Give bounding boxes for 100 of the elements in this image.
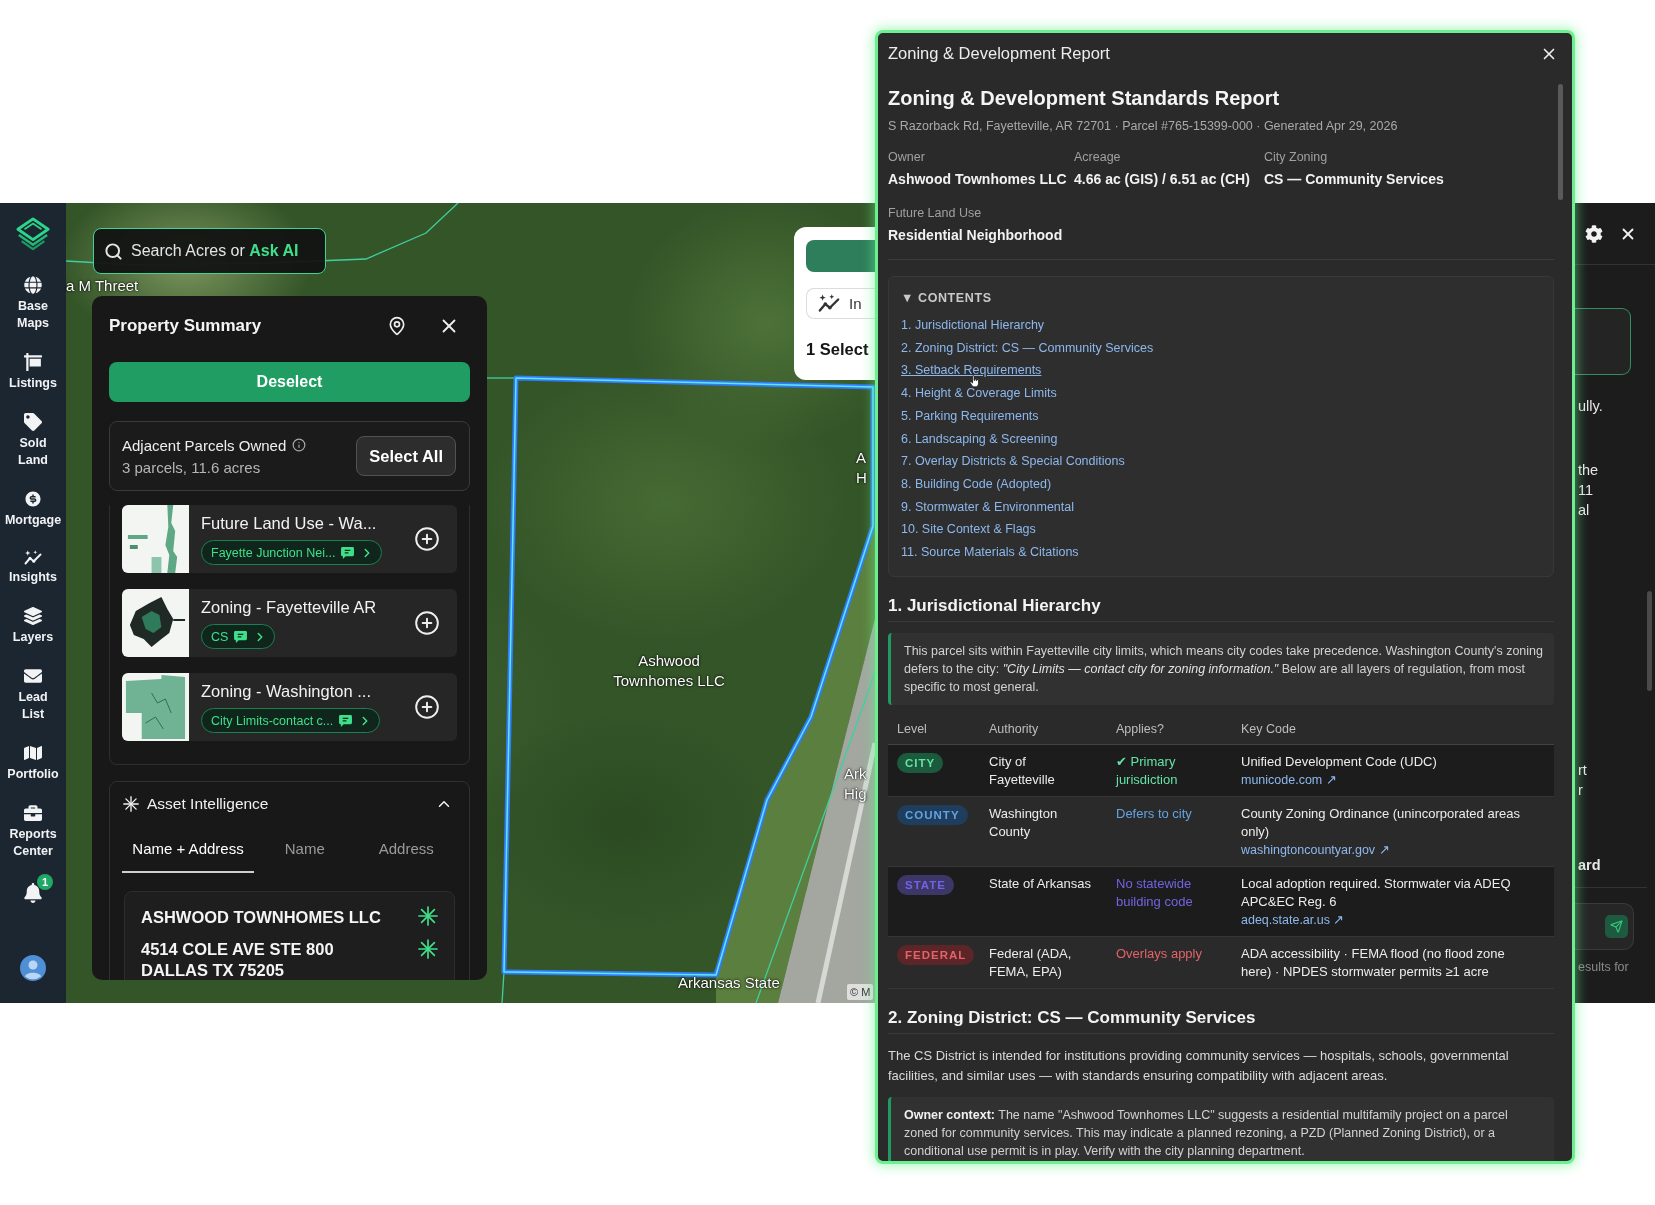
- table-cell-text: State of Arkansas: [988, 874, 1092, 893]
- chart-tool-button[interactable]: In: [806, 288, 875, 319]
- source-link[interactable]: adeq.state.ar.us ↗: [1241, 910, 1345, 929]
- owner-name: ASHWOOD TOWNHOMES LLC: [141, 907, 381, 928]
- report-title: Zoning & Development Standards Report: [888, 86, 1281, 111]
- chat-footer-text: esults for: [1577, 959, 1629, 976]
- paragraph: The CS District is intended for institutions providing community services — hospitals, schools, governmental facilities, and similar uses — with standards ensuring compatibility with adjacent areas.: [888, 1046, 1510, 1085]
- field-value: CS — Community Services: [1264, 170, 1445, 188]
- zone-tag-button[interactable]: CS: [201, 624, 276, 649]
- field-value: Ashwood Townhomes LLC: [888, 170, 1068, 188]
- chat-text: ard: [1577, 856, 1601, 875]
- plus-circle-icon[interactable]: [414, 694, 440, 720]
- key-code-text: County Zoning Ordinance (unincorporated areas only): [1241, 804, 1521, 841]
- adjacent-parcels-title: Adjacent Parcels Owned: [122, 436, 287, 454]
- contents-link[interactable]: 3. Setback Requirements: [901, 359, 1042, 383]
- nav-button[interactable]: Listings: [9, 353, 57, 392]
- contents-link[interactable]: 10. Site Context & Flags: [901, 518, 1036, 542]
- parcel-outline[interactable]: [501, 375, 875, 978]
- source-link[interactable]: washingtoncountyar.gov ↗: [1241, 840, 1390, 859]
- contents-link[interactable]: 4. Height & Coverage Limits: [901, 382, 1057, 405]
- map-label: Arkansas State: [678, 973, 780, 993]
- select-all-button[interactable]: Select All: [356, 436, 456, 476]
- logo-icon[interactable]: [16, 217, 50, 251]
- asset-intelligence-toggle[interactable]: Asset Intelligence: [122, 782, 457, 826]
- level-badge: FEDERAL: [897, 944, 975, 965]
- field-label: Owner: [888, 149, 926, 165]
- table-cell-text: Federal (ADA, FEMA, EPA): [988, 944, 1073, 981]
- adjacent-parcels-detail: 3 parcels, 11.6 acres: [122, 458, 262, 476]
- selection-count: 1 Select: [806, 340, 869, 359]
- layer-card[interactable]: Zoning - Washington ... City Limits-contact c...: [122, 673, 457, 741]
- panel-title: Property Summary: [109, 316, 263, 336]
- chat-text: the: [1577, 461, 1599, 480]
- info-icon[interactable]: [292, 438, 307, 452]
- globe-icon: [24, 276, 42, 294]
- search-icon: [104, 241, 123, 261]
- send-button[interactable]: [1605, 915, 1628, 938]
- contents-link[interactable]: 2. Zoning District: CS — Community Services: [901, 336, 1154, 360]
- column-header: Authority: [988, 722, 1040, 737]
- source-link[interactable]: municode.com ↗: [1241, 770, 1337, 789]
- nav-button[interactable]: Portfolio: [7, 744, 59, 783]
- nav-button[interactable]: Mortgage: [4, 490, 62, 529]
- zone-tag-button[interactable]: Fayette Junction Nei...: [201, 540, 383, 565]
- avatar-icon[interactable]: [20, 955, 46, 981]
- map-label: Ark Hig: [844, 764, 867, 804]
- property-line: [501, 971, 505, 1003]
- field-label: Acreage: [1074, 149, 1122, 165]
- layer-card[interactable]: Zoning - Fayetteville AR CS: [122, 589, 457, 657]
- map-icon: [24, 744, 42, 762]
- notification-badge: 1: [37, 874, 53, 890]
- field-value: 4.66 ac (GIS) / 6.51 ac (CH): [1074, 170, 1251, 188]
- sparkle-icon: [418, 939, 438, 959]
- contents-link[interactable]: 6. Landscaping & Screening: [901, 427, 1058, 451]
- level-badge: CITY: [897, 752, 944, 773]
- chat-bubble-icon: [339, 714, 353, 727]
- chat-text: r: [1577, 781, 1583, 800]
- contents-link[interactable]: 1. Jurisdictional Hierarchy: [901, 314, 1045, 337]
- plus-circle-icon[interactable]: [414, 610, 440, 636]
- settings-icon[interactable]: [1585, 224, 1603, 243]
- nav-button[interactable]: Layers: [12, 607, 54, 646]
- nav-button[interactable]: Base Maps: [17, 276, 49, 332]
- chat-bubble-icon: [234, 630, 248, 643]
- window-title: Zoning & Development Report: [888, 44, 1110, 63]
- tab[interactable]: Name: [254, 826, 356, 873]
- map-thumbnail-drawing: [122, 505, 189, 573]
- search-bar[interactable]: Search Acres or Ask AI: [93, 228, 326, 274]
- bell-icon[interactable]: [23, 883, 43, 903]
- map-pin-icon[interactable]: [387, 316, 407, 336]
- table-cell-text: Defers to city: [1115, 804, 1193, 823]
- nav-button[interactable]: Sold Land: [18, 413, 48, 469]
- contents-link[interactable]: 5. Parking Requirements: [901, 404, 1039, 428]
- contents-link[interactable]: 7. Overlay Districts & Special Conditions: [901, 450, 1125, 473]
- table-cell-text: No statewide building code: [1115, 874, 1194, 911]
- key-code-text: ADA accessibility · FEMA flood (no flood zone here) · NPDES stormwater permits ≥1 acre: [1241, 944, 1506, 981]
- layer-card[interactable]: Future Land Use - Wa... Fayette Junction Nei...: [122, 505, 457, 573]
- report-subtitle: S Razorback Rd, Fayetteville, AR 72701 · Parcel #765-15399-000 · Generated Apr 29, 2026: [888, 118, 1399, 135]
- chat-text: al: [1577, 501, 1590, 520]
- table-cell-text: Overlays apply: [1115, 944, 1203, 963]
- contents-link[interactable]: 9. Stormwater & Environmental: [901, 495, 1074, 519]
- key-code-text: Local adoption required. Stormwater via ADEQ APC&EC Reg. 6: [1241, 874, 1512, 911]
- zone-tag-button[interactable]: City Limits-contact c...: [201, 708, 381, 733]
- tab[interactable]: Name + Address: [122, 826, 254, 873]
- plus-circle-icon[interactable]: [414, 526, 440, 552]
- tab[interactable]: Address: [355, 826, 457, 873]
- contents-heading: ▼ CONTENTS: [901, 290, 993, 306]
- nav-button[interactable]: Lead List: [18, 667, 48, 723]
- field-label: City Zoning: [1264, 149, 1329, 165]
- chat-input-field[interactable]: [1575, 903, 1634, 950]
- map-label: Ashwood Townhomes LLC: [612, 651, 726, 691]
- table-cell-text: Washington County: [988, 804, 1059, 841]
- sparkle-icon: [418, 906, 438, 926]
- nav-button[interactable]: Reports Center: [9, 804, 57, 860]
- level-badge: STATE: [897, 874, 954, 895]
- contents-link[interactable]: 8. Building Code (Adopted): [901, 472, 1052, 496]
- column-header: Level: [896, 722, 928, 737]
- layers-icon: [24, 607, 42, 625]
- contents-link[interactable]: 11. Source Materials & Citations: [901, 541, 1079, 564]
- nav-button[interactable]: Insights: [9, 550, 57, 586]
- callout-text: Owner context: The name "Ashwood Townhomes LLC" suggests a residential multifamily project on a parcel zoned for community services. This may indicate a planned rezoning, a PZD (Planned Zoning District), or a conditional use permit is in play. Verify with the city planning department.: [904, 1106, 1509, 1160]
- map-thumbnail-drawing: [122, 589, 189, 657]
- property-line: [485, 377, 517, 379]
